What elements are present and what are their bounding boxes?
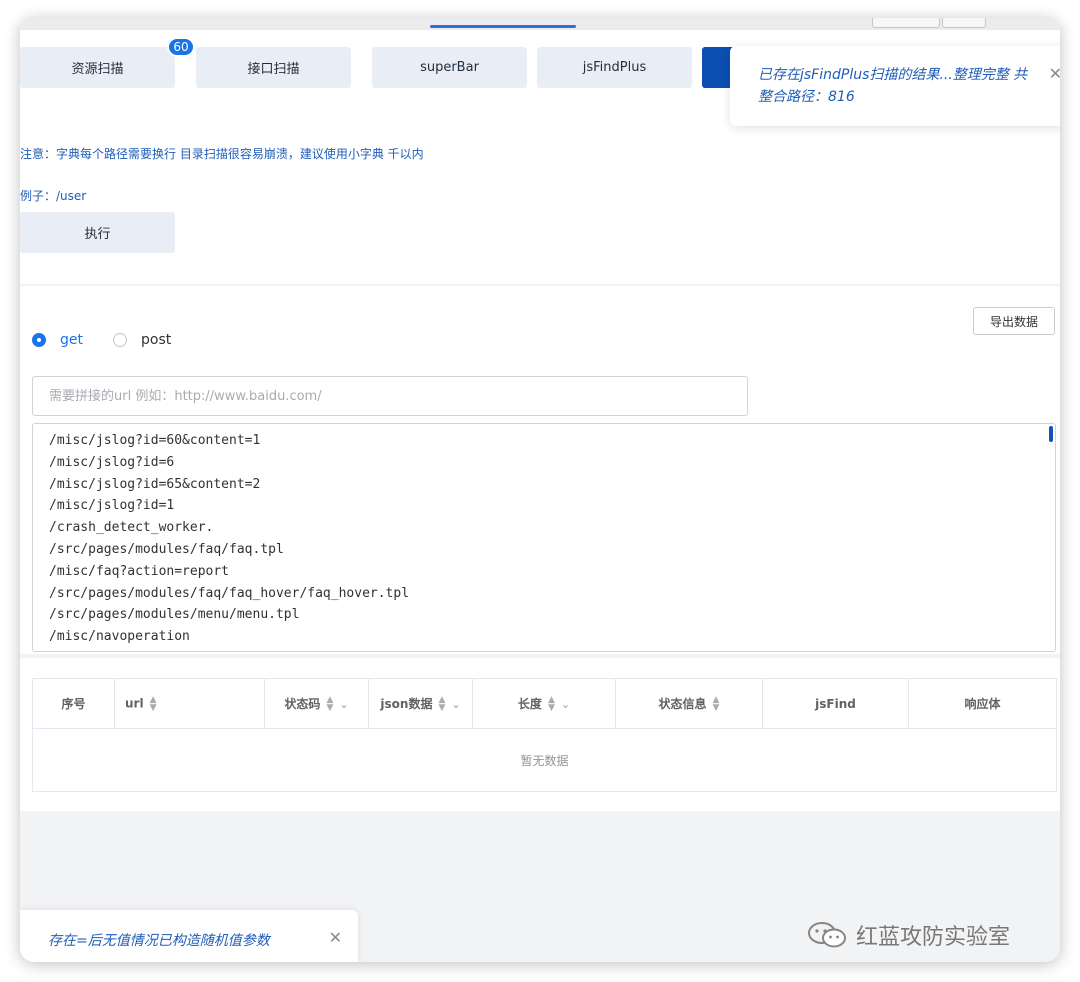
base-url-input[interactable] xyxy=(32,376,748,416)
column-label: 序号 xyxy=(61,697,86,711)
toast-message: 存在=后无值情况已构造随机值参数 xyxy=(48,933,270,949)
tab-api-scan[interactable]: 接口扫描 xyxy=(196,47,351,88)
path-line: /crash_detect_worker. xyxy=(49,520,214,536)
filter-chevron-icon[interactable]: ⌄ xyxy=(339,698,348,711)
watermark: 红蓝攻防实验室 xyxy=(806,919,1010,951)
paths-textarea[interactable]: /misc/jslog?id=60&content=1 /misc/jslog?… xyxy=(32,423,1056,652)
column-header-json[interactable]: json数据 ▲ ▼ ⌄ xyxy=(368,678,473,729)
tab-label: 接口扫描 xyxy=(247,62,300,77)
column-header-url[interactable]: url ▲ ▼ xyxy=(114,678,265,729)
column-label: 长度 xyxy=(517,696,542,711)
column-label: jsFind xyxy=(815,696,856,711)
tab-label: 资源扫描 xyxy=(71,62,124,77)
chrome-button[interactable] xyxy=(872,18,940,28)
wechat-icon xyxy=(808,922,846,948)
export-label: 导出数据 xyxy=(989,314,1038,329)
tab-count-badge: 60 xyxy=(167,37,195,57)
tab-label: superBar xyxy=(420,60,479,75)
tab-jsfindplus[interactable]: jsFindPlus xyxy=(537,47,692,88)
tab-label: jsFindPlus xyxy=(582,60,647,75)
column-label: json数据 xyxy=(380,696,433,711)
path-line: /src/pages/modules/menu/menu.tpl xyxy=(49,607,300,623)
execute-label: 执行 xyxy=(84,227,111,242)
execute-button[interactable]: 执行 xyxy=(20,212,175,253)
column-header-jsfind: jsFind xyxy=(762,678,909,729)
sort-icon[interactable]: ▲ ▼ xyxy=(713,696,720,713)
column-label: 状态码 xyxy=(284,696,321,711)
radio-post[interactable] xyxy=(113,333,127,347)
method-radio-group: get post xyxy=(32,332,201,348)
path-line: /misc/jslog?id=6 xyxy=(49,454,175,470)
close-icon[interactable]: ✕ xyxy=(329,930,342,946)
column-label: url xyxy=(125,696,144,710)
column-header-length[interactable]: 长度 ▲ ▼ ⌄ xyxy=(472,678,616,729)
path-line: /src/pages/modules/faq/faq.tpl xyxy=(49,541,284,557)
empty-data-text: 暂无数据 xyxy=(32,728,1057,792)
textarea-scrollbar[interactable] xyxy=(1049,426,1053,442)
column-header-status-code[interactable]: 状态码 ▲ ▼ ⌄ xyxy=(264,678,369,729)
column-label: 响应体 xyxy=(964,697,1001,711)
tab-resource-scan[interactable]: 资源扫描 xyxy=(20,47,175,88)
result-toast: 已存在jsFindPlus扫描的结果...整理完整 共 整合路径：816 ✕ xyxy=(730,46,1060,126)
sort-icon[interactable]: ▲ ▼ xyxy=(326,696,333,713)
close-icon[interactable]: ✕ xyxy=(1049,66,1060,82)
column-header-status-info[interactable]: 状态信息 ▲ ▼ xyxy=(615,678,763,729)
results-panel: 序号 url ▲ ▼ 状态码 ▲ ▼ ⌄ json数据 ▲ ▼ ⌄ 长度 ▲ ▼ ⌄ 状态信息 ▲ ▼ j… xyxy=(20,658,1060,811)
filter-chevron-icon[interactable]: ⌄ xyxy=(561,698,570,711)
radio-get-label[interactable]: get xyxy=(60,332,83,348)
sort-icon[interactable]: ▲ ▼ xyxy=(150,695,157,712)
browser-active-tab-indicator[interactable] xyxy=(430,25,576,28)
results-table: 序号 url ▲ ▼ 状态码 ▲ ▼ ⌄ json数据 ▲ ▼ ⌄ 长度 ▲ ▼ ⌄ 状态信息 ▲ ▼ j… xyxy=(32,678,1057,792)
path-line: /misc/jslog?id=60&content=1 xyxy=(49,433,261,448)
path-line: /misc/jslog?id=1 xyxy=(49,498,175,514)
column-label: 状态信息 xyxy=(658,696,707,711)
app-window: 资源扫描 60 接口扫描 superBar jsFindPlus 注意：字典每个… xyxy=(20,18,1060,962)
radio-post-label[interactable]: post xyxy=(141,332,171,348)
toast-message-line2: 整合路径：816 xyxy=(758,89,855,105)
toast-message-line1: 已存在jsFindPlus扫描的结果...整理完整 共 xyxy=(758,67,1028,83)
example-text: 例子：/user xyxy=(20,189,87,203)
watermark-text: 红蓝攻防实验室 xyxy=(856,925,1011,950)
chrome-button[interactable] xyxy=(942,18,986,28)
path-line: /misc/jslog?id=65&content=2 xyxy=(49,476,261,492)
table-header-row: 序号 url ▲ ▼ 状态码 ▲ ▼ ⌄ json数据 ▲ ▼ ⌄ 长度 ▲ ▼ ⌄ 状态信息 ▲ ▼ j… xyxy=(32,678,1057,729)
tab-superbar[interactable]: superBar xyxy=(372,47,527,88)
dictionary-notice: 注意：字典每个路径需要换行 目录扫描很容易崩溃，建议使用小字典 千以内 xyxy=(20,147,424,161)
radio-get[interactable] xyxy=(32,333,46,347)
column-header-index: 序号 xyxy=(32,678,115,729)
param-toast: 存在=后无值情况已构造随机值参数 ✕ xyxy=(20,910,358,962)
export-data-button[interactable]: 导出数据 xyxy=(973,307,1055,335)
path-line: /misc/faq?action=report xyxy=(49,563,230,579)
table-empty-row: 暂无数据 xyxy=(32,728,1057,792)
sort-icon[interactable]: ▲ ▼ xyxy=(548,696,555,713)
column-header-response-body: 响应体 xyxy=(908,678,1057,729)
filter-chevron-icon[interactable]: ⌄ xyxy=(451,698,460,711)
sort-icon[interactable]: ▲ ▼ xyxy=(438,696,445,713)
path-line: /src/pages/modules/faq/faq_hover/faq_hov… xyxy=(49,585,410,601)
path-line: /misc/navoperation xyxy=(49,629,190,645)
request-panel: 导出数据 get post /misc/jslog?id=60&content=… xyxy=(20,286,1060,654)
